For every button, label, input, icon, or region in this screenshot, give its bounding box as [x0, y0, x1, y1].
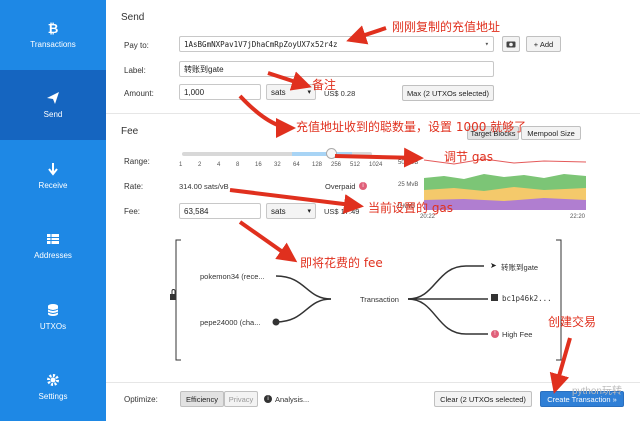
annotation-arrow [549, 337, 572, 394]
annotation-adjust-gas: 调节 gas [444, 150, 494, 164]
annotation-create-transaction: 创建交易 [548, 315, 597, 329]
annotation-arrow [346, 25, 387, 45]
annotation-arrow [238, 94, 296, 138]
annotation-sats-amount: 充值地址收到的聪数量，设置 1000 就够了 [296, 120, 527, 134]
annotation-arrow [229, 188, 364, 214]
annotation-current-gas: 当前设置的 gas [368, 201, 454, 215]
annotation-arrow [334, 147, 424, 168]
annotation-arrow [238, 220, 298, 263]
annotation-deposit-address: 刚刚复制的充值地址 [392, 20, 501, 34]
annotation-remark: 备注 [312, 78, 337, 92]
annotation-fee-to-spend: 即将花费的 fee [300, 256, 383, 270]
annotation-arrow [267, 71, 312, 91]
annotation-arrows [229, 25, 572, 394]
